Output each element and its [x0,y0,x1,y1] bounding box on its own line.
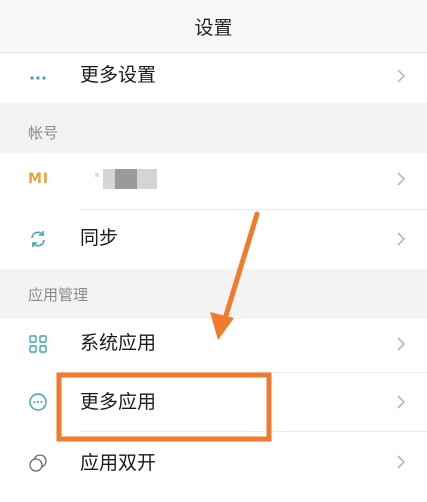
annotation-overlay [56,211,272,442]
annotation-arrow-head [210,312,234,340]
annotation-arrow-shaft [221,211,260,325]
annotation-highlight-box [56,372,272,442]
